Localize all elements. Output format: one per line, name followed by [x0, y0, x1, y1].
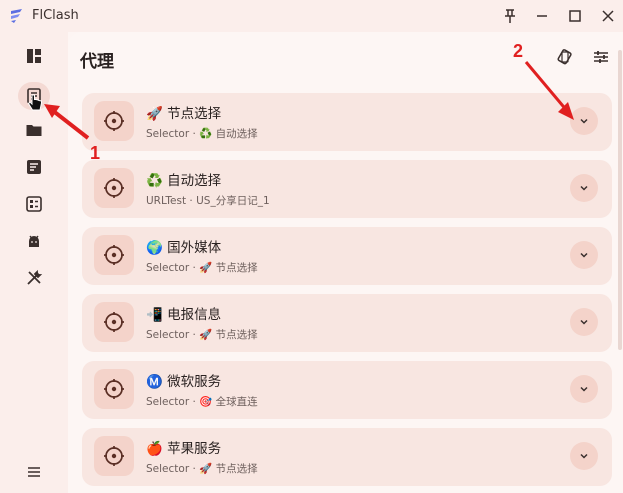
expand-button[interactable] — [570, 308, 598, 336]
hand-cursor-icon — [27, 94, 42, 111]
annotation-marker-2: 2 — [513, 41, 524, 61]
menu-icon — [28, 467, 40, 477]
requests-icon — [27, 160, 41, 174]
profiles-icon — [26, 125, 42, 136]
group-type: Selector — [146, 463, 190, 475]
proxy-group-card[interactable]: 🚀 节点选择 Selector · ♻️ 自动选择 — [82, 93, 612, 151]
group-type: Selector — [146, 262, 190, 274]
group-icon — [94, 101, 134, 141]
tune-button[interactable] — [588, 44, 614, 70]
group-subtitle: Selector · 🚀 节点选择 — [146, 327, 258, 342]
nav-tools[interactable] — [18, 264, 50, 292]
minimize-button[interactable] — [530, 4, 554, 28]
proxy-target-icon — [104, 446, 124, 466]
resources-icon — [29, 235, 39, 247]
proxy-group-card[interactable]: ♻️ 自动选择 URLTest · US_分享日记_1 — [82, 160, 612, 218]
group-name: 📲 电报信息 — [146, 307, 222, 323]
group-name: 🍎 苹果服务 — [146, 441, 222, 457]
proxy-target-icon — [104, 245, 124, 265]
proxy-target-icon — [104, 379, 124, 399]
group-name: ♻️ 自动选择 — [146, 173, 222, 189]
proxy-target-icon — [104, 312, 124, 332]
chevron-down-icon — [580, 185, 588, 191]
page-title: 代理 — [80, 52, 114, 72]
group-current-node: 🚀 节点选择 — [199, 329, 258, 341]
group-name: 🌍 国外媒体 — [146, 240, 222, 256]
group-icon — [94, 235, 134, 275]
group-type: Selector — [146, 128, 190, 140]
proxy-target-icon — [104, 111, 124, 131]
dashboard-icon — [27, 49, 41, 63]
close-button[interactable] — [596, 4, 620, 28]
group-type: Selector — [146, 329, 190, 341]
group-subtitle: Selector · 🎯 全球直连 — [146, 394, 258, 409]
expand-button[interactable] — [570, 174, 598, 202]
group-subtitle: Selector · ♻️ 自动选择 — [146, 126, 258, 141]
group-separator: · — [192, 128, 196, 140]
group-current-node: ♻️ 自动选择 — [199, 128, 258, 140]
title-bar: FlClash — [0, 0, 623, 32]
group-current-node: 🎯 全球直连 — [199, 396, 258, 408]
minimize-icon — [537, 15, 547, 17]
maximize-button[interactable] — [563, 4, 587, 28]
group-subtitle: Selector · 🚀 节点选择 — [146, 461, 258, 476]
tools-icon — [27, 269, 43, 285]
group-icon — [94, 436, 134, 476]
layout-button[interactable] — [552, 44, 578, 70]
scrollbar-thumb[interactable] — [618, 50, 622, 350]
group-type: Selector — [146, 396, 190, 408]
expand-button[interactable] — [570, 107, 598, 135]
expand-button[interactable] — [570, 241, 598, 269]
group-current-node: US_分享日记_1 — [196, 195, 270, 207]
app-title: FlClash — [32, 8, 79, 23]
close-icon — [602, 10, 614, 22]
group-separator: · — [192, 329, 196, 341]
chevron-down-icon — [580, 319, 588, 325]
group-name: Ⓜ️ 微软服务 — [146, 374, 222, 390]
group-separator: · — [192, 262, 196, 274]
maximize-icon — [569, 10, 581, 22]
group-icon — [94, 168, 134, 208]
expand-button[interactable] — [570, 375, 598, 403]
nav-dashboard[interactable] — [18, 42, 50, 70]
group-icon — [94, 302, 134, 342]
chevron-down-icon — [580, 252, 588, 258]
menu-button[interactable] — [22, 460, 46, 484]
group-current-node: 🚀 节点选择 — [199, 262, 258, 274]
proxy-group-card[interactable]: 📲 电报信息 Selector · 🚀 节点选择 — [82, 294, 612, 352]
group-name: 🚀 节点选择 — [146, 106, 222, 122]
layout-icon — [557, 49, 572, 65]
proxy-group-card[interactable]: Ⓜ️ 微软服务 Selector · 🎯 全球直连 — [82, 361, 612, 419]
group-subtitle: URLTest · US_分享日记_1 — [146, 193, 270, 208]
group-icon — [94, 369, 134, 409]
chevron-down-icon — [580, 386, 588, 392]
tune-icon — [594, 51, 608, 63]
scrollbar[interactable] — [617, 32, 623, 493]
group-separator: · — [192, 463, 196, 475]
proxy-target-icon — [104, 178, 124, 198]
proxy-group-card[interactable]: 🍎 苹果服务 Selector · 🚀 节点选择 — [82, 428, 612, 486]
nav-resources[interactable] — [18, 227, 50, 255]
group-separator: · — [189, 195, 193, 207]
nav-profiles[interactable] — [18, 116, 50, 144]
connections-icon — [26, 196, 42, 212]
nav-requests[interactable] — [18, 153, 50, 181]
proxy-group-card[interactable]: 🌍 国外媒体 Selector · 🚀 节点选择 — [82, 227, 612, 285]
annotation-marker-1: 1 — [90, 143, 101, 163]
chevron-down-icon — [580, 118, 588, 124]
nav-connections[interactable] — [18, 190, 50, 218]
app-logo-icon — [11, 9, 22, 23]
pin-icon — [505, 9, 515, 23]
expand-button[interactable] — [570, 442, 598, 470]
chevron-down-icon — [580, 453, 588, 459]
group-separator: · — [192, 396, 196, 408]
main-panel: 代理 🚀 节点选择 Selector · ♻️ 自动选择 ♻️ 自动选择 URL… — [68, 32, 623, 493]
group-type: URLTest — [146, 195, 187, 207]
group-current-node: 🚀 节点选择 — [199, 463, 258, 475]
pin-button[interactable] — [498, 4, 522, 28]
group-subtitle: Selector · 🚀 节点选择 — [146, 260, 258, 275]
